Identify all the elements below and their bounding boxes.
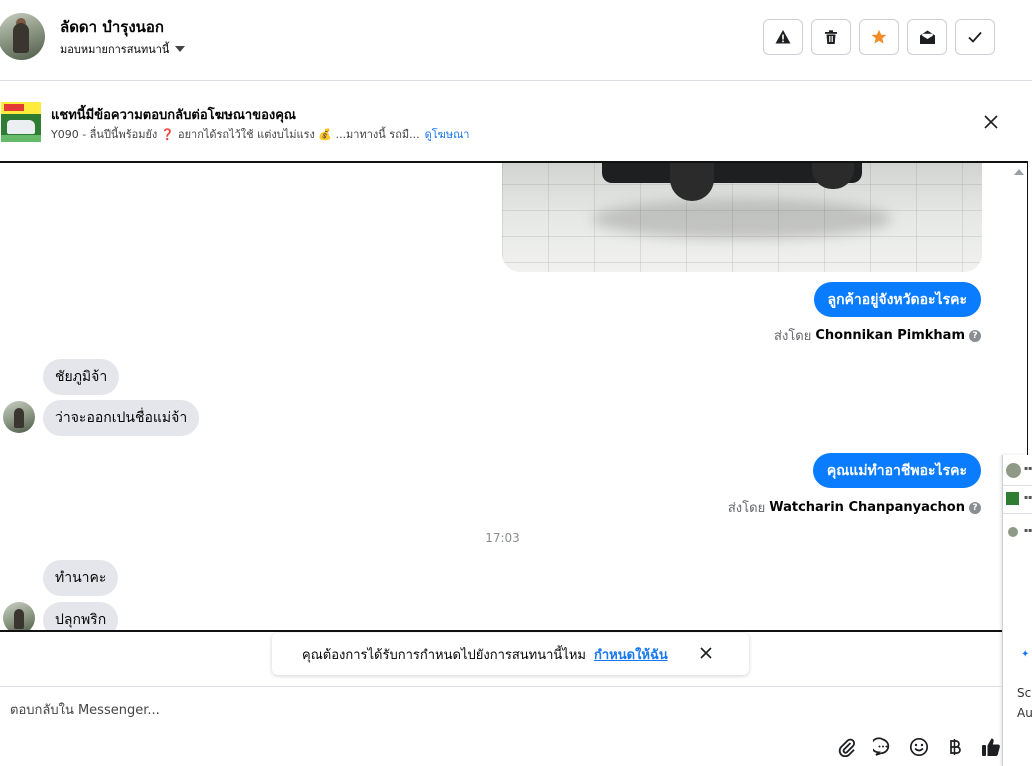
like-button[interactable] — [980, 736, 1002, 758]
incoming-message[interactable]: ชัยภูมิจ้า — [43, 359, 120, 395]
warning-icon — [775, 30, 791, 44]
attach-button[interactable] — [836, 736, 858, 758]
contact-name[interactable]: ลัดดา บำรุงนอก — [60, 15, 164, 39]
close-banner-button[interactable] — [980, 111, 1002, 133]
conversation-header: ลัดดา บำรุงนอก มอบหมายการสนทนานี้ — [0, 0, 1032, 81]
saved-replies-button[interactable] — [872, 736, 894, 758]
paperclip-icon — [838, 738, 856, 757]
thumbs-up-icon — [982, 738, 1000, 756]
preview-avatar — [1008, 527, 1018, 537]
message-thread[interactable]: ลูกค้าอยู่จังหวัดอะไรคะ ส่งโดย Chonnikan… — [0, 161, 1028, 632]
preview-ad-thumbnail — [1006, 492, 1019, 505]
delete-button[interactable] — [811, 19, 851, 55]
close-notice-button[interactable] — [696, 643, 716, 663]
ad-reply-banner: แชทนี้มีข้อความตอบกลับต่อโฆษณาของคุณ Y09… — [0, 82, 1032, 162]
checkmark-icon — [968, 31, 982, 43]
emoji-button[interactable] — [908, 736, 930, 758]
sent-by-label: ส่งโดย Chonnikan Pimkham ? — [774, 325, 981, 346]
side-panel-text: Sc — [1017, 686, 1032, 700]
mark-done-button[interactable] — [955, 19, 995, 55]
baht-icon — [950, 739, 961, 755]
side-preview-panel[interactable]: ▪▪ ▪▪ ▪▪ ✦ Sc Au — [1002, 455, 1032, 766]
view-ad-link[interactable]: ดูโฆษณา — [425, 128, 470, 141]
incoming-message[interactable]: ปลุกพริก — [43, 602, 119, 630]
message-composer — [0, 686, 1002, 766]
smiley-icon — [909, 737, 929, 757]
trash-icon — [825, 30, 837, 44]
assign-notice-text: คุณต้องการได้รับการกำหนดไปยังการสนทนานี้… — [302, 647, 586, 663]
ad-banner-description: Y090 - ลื่นปีนี้พร้อมยัง ❓ อยากได้รถไว้ใ… — [51, 125, 469, 143]
help-icon[interactable]: ? — [969, 501, 981, 514]
preview-avatar — [1006, 463, 1021, 478]
envelope-open-icon — [919, 30, 935, 44]
contact-avatar[interactable] — [0, 13, 45, 60]
scroll-up-arrow-icon[interactable] — [1014, 169, 1024, 175]
close-icon — [700, 647, 712, 659]
sent-by-prefix: ส่งโดย — [774, 329, 812, 344]
shared-photo[interactable] — [502, 163, 982, 272]
outgoing-message[interactable]: คุณแม่ทำอาชีพอะไรคะ — [812, 453, 981, 488]
sent-by-prefix: ส่งโดย — [727, 501, 766, 516]
sent-by-label: ส่งโดย Watcharin Chanpanyachon ? — [728, 497, 981, 518]
ad-description-text: Y090 - ลื่นปีนี้พร้อมยัง ❓ อยากได้รถไว้ใ… — [51, 128, 420, 141]
chat-window: ลัดดา บำรุงนอก มอบหมายการสนทนานี้ แชทนี้… — [0, 0, 1032, 766]
incoming-message[interactable]: ว่าจะออกเปนชื่อแม่จ้า — [43, 400, 200, 436]
chevron-down-icon — [175, 46, 186, 52]
ad-banner-title: แชทนี้มีข้อความตอบกลับต่อโฆษณาของคุณ — [51, 108, 296, 123]
help-icon[interactable]: ? — [969, 329, 981, 342]
assign-to-me-link[interactable]: กำหนดให้ฉัน — [594, 644, 668, 665]
chat-bubble-icon — [873, 737, 890, 756]
assign-notice: คุณต้องการได้รับการกำหนดไปยังการสนทนานี้… — [272, 633, 749, 675]
mark-unread-button[interactable] — [907, 19, 947, 55]
sender-avatar — [3, 602, 35, 630]
incoming-message[interactable]: ทำนาคะ — [43, 560, 119, 596]
sender-name: Chonnikan Pimkham — [815, 328, 965, 343]
star-icon — [871, 29, 887, 44]
spam-button[interactable] — [763, 19, 803, 55]
side-panel-text: Au — [1017, 706, 1032, 720]
message-timestamp: 17:03 — [485, 531, 520, 545]
close-icon — [984, 115, 998, 129]
assign-conversation-dropdown[interactable]: มอบหมายการสนทนานี้ — [60, 40, 186, 58]
sender-avatar — [3, 401, 35, 433]
star-button[interactable] — [859, 19, 899, 55]
ad-thumbnail[interactable] — [1, 102, 41, 142]
payment-button[interactable] — [944, 736, 966, 758]
brand-icon: ✦ — [1021, 649, 1030, 660]
assign-label: มอบหมายการสนทนานี้ — [60, 43, 170, 56]
reply-input[interactable] — [0, 695, 820, 725]
outgoing-message[interactable]: ลูกค้าอยู่จังหวัดอะไรคะ — [813, 282, 981, 317]
sender-name: Watcharin Chanpanyachon — [769, 500, 965, 515]
